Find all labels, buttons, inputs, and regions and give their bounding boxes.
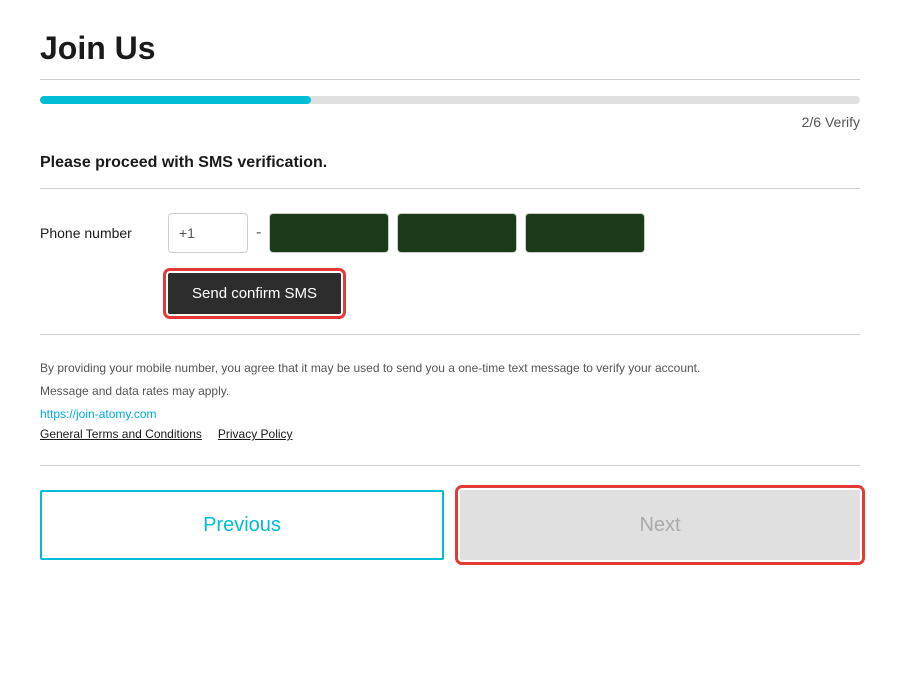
send-sms-button[interactable]: Send confirm SMS [168,273,341,314]
phone-dash: - [256,224,261,242]
progress-bar-container [40,96,860,104]
phone-label: Phone number [40,225,160,241]
previous-button[interactable]: Previous [40,490,444,560]
bottom-divider [40,465,860,466]
send-sms-wrapper: Send confirm SMS [168,273,860,314]
terms-links-row: General Terms and Conditions Privacy Pol… [40,427,860,441]
section-divider [40,188,860,189]
phone-part2[interactable] [397,213,517,253]
phone-part3[interactable] [525,213,645,253]
progress-bar-fill [40,96,311,104]
terms-link-url[interactable]: https://join-atomy.com [40,407,156,421]
title-divider [40,79,860,80]
page-title: Join Us [40,30,860,67]
step-indicator: 2/6 Verify [40,114,860,130]
phone-country-code[interactable] [168,213,248,253]
terms-text-line2: Message and data rates may apply. [40,382,860,401]
phone-row: Phone number - [40,213,860,253]
general-terms-link[interactable]: General Terms and Conditions [40,427,202,441]
terms-section: By providing your mobile number, you agr… [40,359,860,441]
above-terms-divider [40,334,860,335]
next-button[interactable]: Next [460,490,860,560]
phone-part1[interactable] [269,213,389,253]
terms-text-line1: By providing your mobile number, you agr… [40,359,860,378]
nav-buttons: Previous Next [40,490,860,560]
section-title: Please proceed with SMS verification. [40,154,860,172]
privacy-policy-link[interactable]: Privacy Policy [218,427,293,441]
